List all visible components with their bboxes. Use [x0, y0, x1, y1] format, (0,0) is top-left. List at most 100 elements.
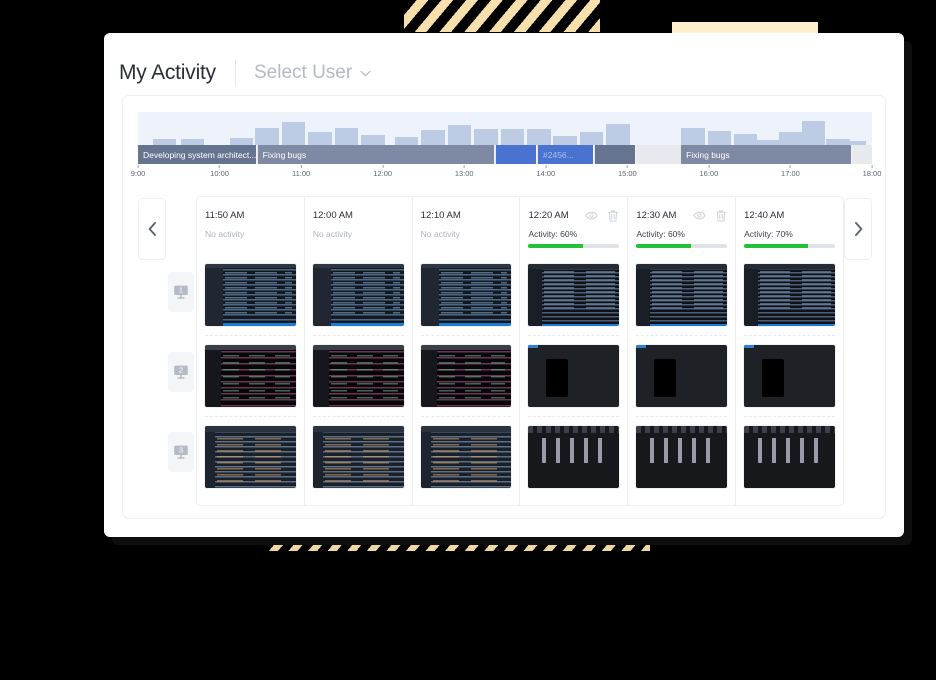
column-time-label: 12:30 AM: [636, 210, 677, 221]
axis-tick-label: 16:00: [699, 169, 719, 178]
column-time-row: 12:40 AM: [744, 208, 835, 223]
column-time-row: 12:30 AM: [636, 208, 727, 223]
app-window: My Activity Select User Developing syste…: [104, 33, 904, 537]
prev-page-button[interactable]: [138, 198, 166, 260]
user-select-dropdown[interactable]: Select User: [254, 62, 371, 84]
screenshot-thumbnail[interactable]: [420, 345, 512, 407]
monitor-icon[interactable]: 2: [168, 352, 194, 392]
screenshot-thumbnail[interactable]: [312, 426, 404, 488]
axis-tick-mark: [626, 165, 628, 168]
axis-tick-label: 14:00: [536, 169, 556, 178]
thumbnail-cell: [312, 255, 404, 336]
screenshot-grid: 11:50 AM No activity 12:00 AM No activity 12…: [196, 196, 844, 506]
thumbnail-cell: [420, 255, 512, 336]
screenshot-thumbnail[interactable]: [636, 426, 728, 488]
column-actions: [693, 209, 727, 223]
screenshot-thumbnail[interactable]: [636, 264, 728, 326]
monitor-icon[interactable]: 3: [168, 432, 194, 472]
axis-tick-mark: [300, 165, 302, 168]
thumbnail-cell: [636, 255, 728, 336]
thumbnail-cell: [528, 417, 620, 497]
screenshot-thumbnail[interactable]: [636, 345, 728, 407]
column-header: 12:00 AM No activity: [313, 208, 404, 255]
column-header: 12:30 AM Activity: 60%: [636, 208, 728, 255]
column-time-row: 12:20 AM: [528, 208, 619, 223]
histogram-bar: [447, 124, 472, 145]
timeline-segment-label: Fixing bugs: [262, 149, 307, 160]
column-status-label: No activity: [205, 229, 245, 239]
timeline-task-segments[interactable]: Developing system architect... Fixing bug…: [138, 145, 872, 164]
column-status-label: No activity: [420, 229, 460, 239]
screenshot-thumbnail[interactable]: [744, 264, 835, 326]
svg-text:1: 1: [179, 286, 183, 295]
histogram-bar: [801, 120, 826, 145]
eye-icon[interactable]: [585, 209, 599, 222]
axis-tick-mark: [219, 165, 221, 168]
column-status-label: Activity: 60%: [528, 229, 578, 239]
histogram-bar: [553, 136, 577, 145]
timeline-segment[interactable]: #2456...: [538, 145, 594, 164]
monitor-glyph: 1: [174, 285, 188, 299]
column-status-label: Activity: 60%: [636, 229, 685, 239]
screenshot-column: 12:10 AM No activity: [413, 197, 521, 505]
axis-tick: 12:00: [373, 165, 392, 178]
histogram-bar: [707, 131, 732, 145]
axis-tick-label: 12:00: [373, 169, 393, 178]
screenshot-thumbnail[interactable]: [528, 264, 620, 326]
axis-tick-mark: [463, 165, 465, 168]
histogram-bar: [579, 132, 604, 145]
monitor-icon[interactable]: 1: [168, 272, 194, 312]
timeline-segment[interactable]: Fixing bugs: [681, 145, 853, 164]
axis-tick: 9:00: [131, 165, 145, 178]
screenshot-thumbnail[interactable]: [205, 345, 296, 407]
timeline-segment[interactable]: Fixing bugs: [257, 145, 496, 164]
screenshot-thumbnail[interactable]: [744, 426, 835, 488]
chevron-down-icon: [360, 64, 371, 82]
thumbnail-cell: [420, 417, 512, 497]
column-thumbnails: [205, 255, 296, 497]
column-time-label: 11:50 AM: [205, 210, 245, 221]
column-thumbnails: [312, 255, 404, 497]
thumbnail-cell: [636, 417, 728, 497]
screenshot-thumbnail[interactable]: [420, 426, 512, 488]
histogram-bar: [308, 131, 332, 145]
screenshot-thumbnail[interactable]: [744, 345, 835, 407]
axis-tick: 16:00: [699, 165, 718, 178]
trash-icon[interactable]: [715, 209, 727, 223]
svg-text:3: 3: [179, 446, 183, 455]
thumbnail-cell: [744, 255, 835, 336]
screenshot-thumbnail[interactable]: [205, 426, 296, 488]
timeline-segment[interactable]: [496, 145, 538, 164]
timeline-segment[interactable]: [594, 145, 636, 164]
screenshot-thumbnail[interactable]: [312, 345, 404, 407]
column-header: 12:20 AM Activity: 60%: [528, 208, 620, 255]
column-time-label: 12:10 AM: [420, 210, 461, 221]
column-time-label: 12:40 AM: [744, 210, 785, 221]
timeline-segment[interactable]: Developing system architect...: [138, 145, 257, 164]
column-time-label: 12:20 AM: [528, 210, 569, 221]
thumbnail-cell: [744, 336, 835, 417]
next-page-button[interactable]: [844, 198, 872, 260]
screenshot-thumbnail[interactable]: [528, 345, 620, 407]
activity-progress-bar: [744, 244, 835, 248]
screenshot-thumbnail[interactable]: [528, 426, 620, 488]
monitor-rail: 1 2 3: [166, 196, 196, 506]
screenshot-thumbnail[interactable]: [420, 264, 512, 326]
histogram-bar: [681, 128, 705, 145]
column-actions: [585, 209, 619, 223]
timeline-segment-label: Developing system architect...: [143, 149, 257, 160]
thumbnail-cell: [744, 417, 835, 497]
thumbnail-cell: [528, 336, 620, 417]
trash-icon[interactable]: [607, 209, 619, 223]
axis-tick: 10:00: [210, 165, 229, 178]
axis-tick-mark: [137, 165, 139, 168]
screenshot-thumbnail[interactable]: [312, 264, 404, 326]
thumbnail-cell: [312, 336, 404, 417]
axis-tick-mark: [789, 165, 791, 168]
eye-icon[interactable]: [693, 209, 706, 222]
screenshot-column: 12:30 AM Activity: 60%: [628, 197, 737, 505]
screenshot-column: 12:40 AM Activity: 70%: [736, 197, 843, 505]
screenshot-thumbnail[interactable]: [205, 264, 296, 326]
user-select-label: Select User: [253, 61, 353, 83]
thumbnail-cell: [205, 336, 296, 417]
